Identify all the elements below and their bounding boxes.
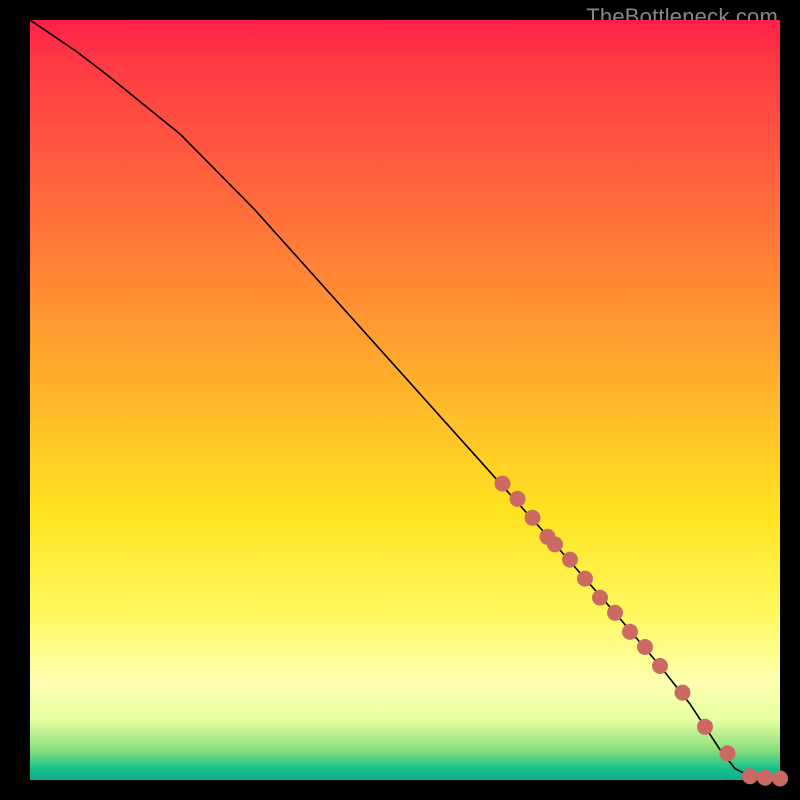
plot-area bbox=[30, 20, 780, 780]
highlighted-point bbox=[637, 639, 653, 655]
highlighted-point bbox=[592, 590, 608, 606]
highlighted-point bbox=[495, 476, 511, 492]
highlighted-point bbox=[607, 605, 623, 621]
highlighted-point bbox=[562, 552, 578, 568]
highlighted-point bbox=[622, 624, 638, 640]
chart-svg bbox=[30, 20, 780, 780]
highlighted-point bbox=[675, 685, 691, 701]
highlighted-point bbox=[772, 770, 788, 786]
chart-frame: TheBottleneck.com bbox=[0, 0, 800, 800]
highlighted-point bbox=[577, 571, 593, 587]
highlighted-point bbox=[510, 491, 526, 507]
highlighted-point bbox=[697, 719, 713, 735]
highlighted-point bbox=[742, 768, 758, 784]
highlighted-point bbox=[652, 658, 668, 674]
highlighted-point bbox=[547, 536, 563, 552]
highlighted-marker-group bbox=[495, 476, 789, 787]
highlighted-point bbox=[757, 770, 773, 786]
highlighted-point bbox=[720, 745, 736, 761]
highlighted-point bbox=[525, 510, 541, 526]
